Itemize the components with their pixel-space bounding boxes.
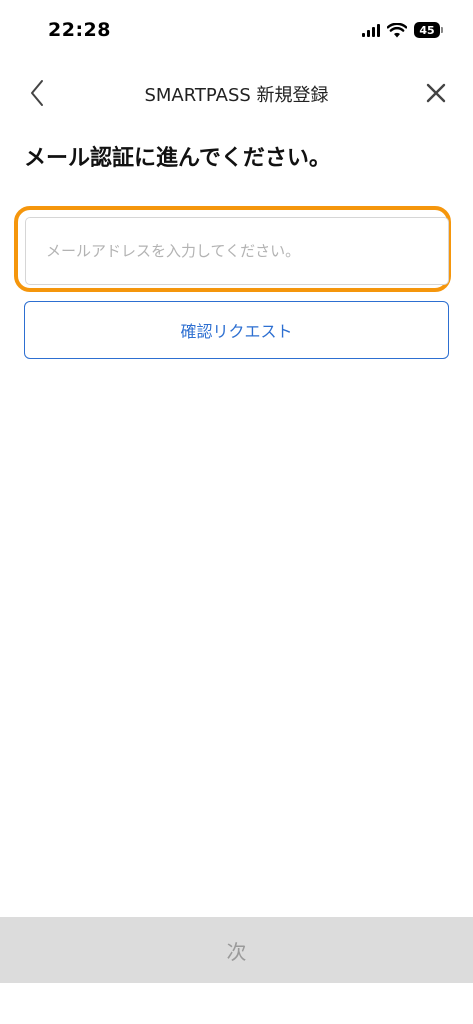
status-time: 22:28 bbox=[48, 19, 111, 41]
wifi-icon bbox=[387, 22, 407, 37]
section-heading: メール認証に進んでください。 bbox=[24, 146, 331, 171]
email-field[interactable] bbox=[25, 217, 449, 285]
next-button[interactable]: 次 bbox=[0, 917, 473, 983]
signal-icon bbox=[362, 23, 380, 37]
confirm-request-button[interactable]: 確認リクエスト bbox=[24, 301, 449, 359]
close-icon bbox=[426, 83, 446, 103]
close-button[interactable] bbox=[419, 76, 453, 110]
home-indicator-area bbox=[0, 983, 473, 1024]
battery-level: 45 bbox=[414, 22, 440, 38]
page-title: SMARTPASS 新規登録 bbox=[144, 85, 329, 106]
status-bar: 22:28 45 bbox=[0, 0, 473, 62]
nav-bar: SMARTPASS 新規登録 bbox=[0, 70, 473, 116]
status-icons: 45 bbox=[362, 22, 443, 38]
battery-icon: 45 bbox=[414, 22, 443, 38]
